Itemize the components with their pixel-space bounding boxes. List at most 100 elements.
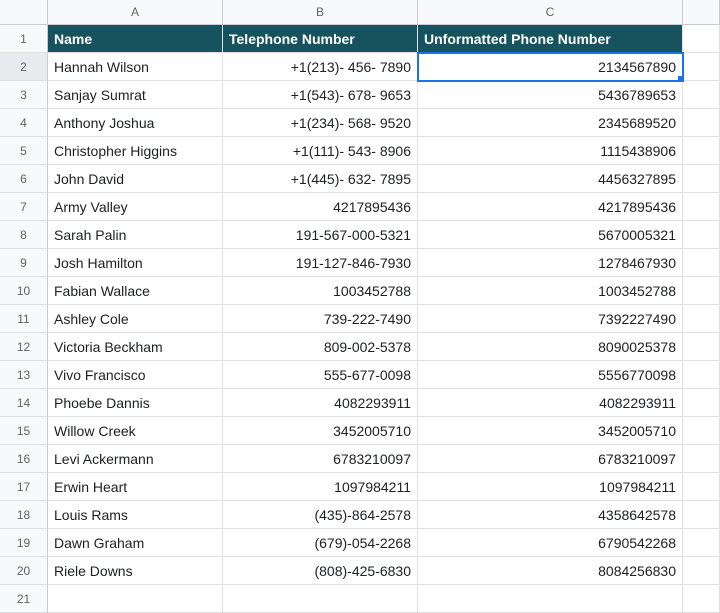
cell-A2[interactable]: Hannah Wilson: [48, 53, 223, 81]
cell-D8[interactable]: [683, 221, 720, 249]
cell-B6[interactable]: +1(445)- 632- 7895: [223, 165, 418, 193]
cell-D3[interactable]: [683, 81, 720, 109]
row-header-6[interactable]: 6: [0, 165, 48, 193]
cell-D13[interactable]: [683, 361, 720, 389]
cell-C19[interactable]: 6790542268: [418, 529, 683, 557]
cell-B9[interactable]: 191-127-846-7930: [223, 249, 418, 277]
row-header-11[interactable]: 11: [0, 305, 48, 333]
cell-D16[interactable]: [683, 445, 720, 473]
cell-D17[interactable]: [683, 473, 720, 501]
cell-A13[interactable]: Vivo Francisco: [48, 361, 223, 389]
cell-C13[interactable]: 5556770098: [418, 361, 683, 389]
cell-B14[interactable]: 4082293911: [223, 389, 418, 417]
cell-A7[interactable]: Army Valley: [48, 193, 223, 221]
cell-D14[interactable]: [683, 389, 720, 417]
row-header-21[interactable]: 21: [0, 585, 48, 613]
cell-C5[interactable]: 1115438906: [418, 137, 683, 165]
row-header-2[interactable]: 2: [0, 53, 48, 81]
cell-A21[interactable]: [48, 585, 223, 613]
cell-D11[interactable]: [683, 305, 720, 333]
cell-C21[interactable]: [418, 585, 683, 613]
cell-D6[interactable]: [683, 165, 720, 193]
row-header-3[interactable]: 3: [0, 81, 48, 109]
cell-A18[interactable]: Louis Rams: [48, 501, 223, 529]
cell-B17[interactable]: 1097984211: [223, 473, 418, 501]
cell-B12[interactable]: 809-002-5378: [223, 333, 418, 361]
cell-B3[interactable]: +1(543)- 678- 9653: [223, 81, 418, 109]
cell-A19[interactable]: Dawn Graham: [48, 529, 223, 557]
header-unformatted[interactable]: Unformatted Phone Number: [418, 25, 683, 53]
cell-C10[interactable]: 1003452788: [418, 277, 683, 305]
cell-D21[interactable]: [683, 585, 720, 613]
header-name[interactable]: Name: [48, 25, 223, 53]
row-header-15[interactable]: 15: [0, 417, 48, 445]
cell-A15[interactable]: Willow Creek: [48, 417, 223, 445]
cell-C6[interactable]: 4456327895: [418, 165, 683, 193]
row-header-10[interactable]: 10: [0, 277, 48, 305]
row-header-12[interactable]: 12: [0, 333, 48, 361]
row-header-9[interactable]: 9: [0, 249, 48, 277]
cell-D18[interactable]: [683, 501, 720, 529]
col-header-A[interactable]: A: [48, 0, 223, 25]
cell-C3[interactable]: 5436789653: [418, 81, 683, 109]
cell-C16[interactable]: 6783210097: [418, 445, 683, 473]
cell-C12[interactable]: 8090025378: [418, 333, 683, 361]
cell-B11[interactable]: 739-222-7490: [223, 305, 418, 333]
cell-A14[interactable]: Phoebe Dannis: [48, 389, 223, 417]
cell-D9[interactable]: [683, 249, 720, 277]
row-header-4[interactable]: 4: [0, 109, 48, 137]
cell-B2[interactable]: +1(213)- 456- 7890: [223, 53, 418, 81]
row-header-13[interactable]: 13: [0, 361, 48, 389]
cell-C14[interactable]: 4082293911: [418, 389, 683, 417]
cell-D10[interactable]: [683, 277, 720, 305]
cell-C15[interactable]: 3452005710: [418, 417, 683, 445]
row-header-1[interactable]: 1: [0, 25, 48, 53]
cell-A6[interactable]: John David: [48, 165, 223, 193]
cell-B8[interactable]: 191-567-000-5321: [223, 221, 418, 249]
col-header-blank[interactable]: [683, 0, 720, 25]
cell-C11[interactable]: 7392227490: [418, 305, 683, 333]
cell-D7[interactable]: [683, 193, 720, 221]
cell-B21[interactable]: [223, 585, 418, 613]
cell-B20[interactable]: (808)-425-6830: [223, 557, 418, 585]
cell-A8[interactable]: Sarah Palin: [48, 221, 223, 249]
cell-B18[interactable]: (435)-864-2578: [223, 501, 418, 529]
cell-A11[interactable]: Ashley Cole: [48, 305, 223, 333]
row-header-19[interactable]: 19: [0, 529, 48, 557]
cell-C17[interactable]: 1097984211: [418, 473, 683, 501]
cell-B19[interactable]: (679)-054-2268: [223, 529, 418, 557]
row-header-18[interactable]: 18: [0, 501, 48, 529]
cell-A4[interactable]: Anthony Joshua: [48, 109, 223, 137]
col-header-C[interactable]: C: [418, 0, 683, 25]
corner-cell[interactable]: [0, 0, 48, 25]
cell-A5[interactable]: Christopher Higgins: [48, 137, 223, 165]
cell-D19[interactable]: [683, 529, 720, 557]
cell-A10[interactable]: Fabian Wallace: [48, 277, 223, 305]
cell-C20[interactable]: 8084256830: [418, 557, 683, 585]
row-header-7[interactable]: 7: [0, 193, 48, 221]
cell-A12[interactable]: Victoria Beckham: [48, 333, 223, 361]
col-header-B[interactable]: B: [223, 0, 418, 25]
cell-D1[interactable]: [683, 25, 720, 53]
cell-C9[interactable]: 1278467930: [418, 249, 683, 277]
cell-D2[interactable]: [683, 53, 720, 81]
cell-D20[interactable]: [683, 557, 720, 585]
cell-A3[interactable]: Sanjay Sumrat: [48, 81, 223, 109]
cell-A16[interactable]: Levi Ackermann: [48, 445, 223, 473]
cell-D4[interactable]: [683, 109, 720, 137]
cell-B7[interactable]: 4217895436: [223, 193, 418, 221]
cell-C8[interactable]: 5670005321: [418, 221, 683, 249]
cell-B4[interactable]: +1(234)- 568- 9520: [223, 109, 418, 137]
cell-C2[interactable]: 2134567890: [418, 53, 683, 81]
cell-B13[interactable]: 555-677-0098: [223, 361, 418, 389]
row-header-8[interactable]: 8: [0, 221, 48, 249]
cell-A20[interactable]: Riele Downs: [48, 557, 223, 585]
row-header-5[interactable]: 5: [0, 137, 48, 165]
row-header-20[interactable]: 20: [0, 557, 48, 585]
cell-C4[interactable]: 2345689520: [418, 109, 683, 137]
cell-A9[interactable]: Josh Hamilton: [48, 249, 223, 277]
cell-D12[interactable]: [683, 333, 720, 361]
cell-B16[interactable]: 6783210097: [223, 445, 418, 473]
row-header-14[interactable]: 14: [0, 389, 48, 417]
row-header-16[interactable]: 16: [0, 445, 48, 473]
